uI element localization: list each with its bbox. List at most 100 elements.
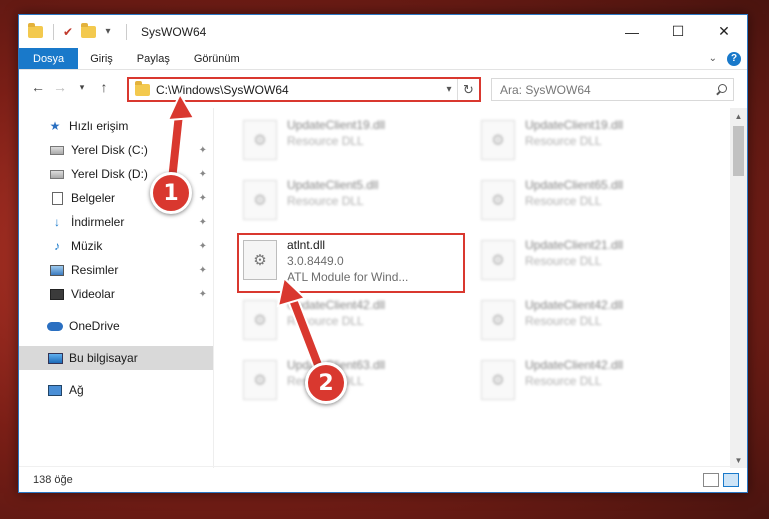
search-icon[interactable]: [715, 83, 727, 96]
sidebar-item-onedrive[interactable]: OneDrive: [19, 314, 213, 338]
file-name: UpdateClient19.dll: [287, 118, 386, 132]
documents-icon: [49, 191, 65, 205]
address-bar[interactable]: C:\Windows\SysWOW64 ▾ ↻: [127, 77, 481, 102]
music-icon: ♪: [54, 239, 60, 253]
dll-file-icon: ⚙: [243, 300, 277, 340]
details-view-icon[interactable]: [703, 472, 719, 487]
sidebar-item-pictures[interactable]: Resimler ✦: [19, 258, 213, 282]
sidebar-item-music[interactable]: ♪ Müzik ✦: [19, 234, 213, 258]
pin-icon[interactable]: ✦: [199, 169, 207, 180]
file-description: Resource DLL: [525, 254, 602, 268]
properties-icon[interactable]: ✔: [60, 24, 76, 40]
sidebar-item-label: Videolar: [71, 287, 115, 301]
address-path[interactable]: C:\Windows\SysWOW64: [156, 83, 441, 97]
pin-icon[interactable]: ✦: [199, 217, 207, 228]
dll-file-icon: ⚙: [243, 360, 277, 400]
recent-locations-icon[interactable]: ▾: [71, 76, 93, 98]
sidebar-item-label: Yerel Disk (C:): [71, 143, 148, 157]
tab-home[interactable]: Giriş: [78, 48, 125, 69]
file-description: Resource DLL: [287, 314, 364, 328]
sidebar-item-videos[interactable]: Videolar ✦: [19, 282, 213, 306]
file-item[interactable]: ⚙ UpdateClient5.dll Resource DLL: [235, 174, 465, 230]
title-bar: ✔ ▾ SysWOW64 — ☐ ✕: [19, 15, 747, 48]
pin-icon[interactable]: ✦: [199, 289, 207, 300]
dll-file-icon: ⚙: [481, 360, 515, 400]
cloud-icon: [47, 319, 63, 333]
file-item[interactable]: ⚙ UpdateClient19.dll Resource DLL: [235, 114, 465, 170]
computer-icon: [47, 351, 63, 365]
file-name: UpdateClient21.dll: [525, 238, 624, 252]
expand-ribbon-icon[interactable]: ⌄: [709, 53, 717, 64]
file-item[interactable]: ⚙ UpdateClient65.dll Resource DLL: [473, 174, 703, 230]
sidebar-item-label: OneDrive: [69, 319, 120, 333]
new-folder-icon[interactable]: [80, 22, 96, 40]
file-name: UpdateClient19.dll: [525, 118, 624, 132]
item-count: 138 öğe: [33, 473, 73, 486]
file-description: Resource DLL: [287, 134, 364, 148]
dll-file-icon: ⚙: [481, 240, 515, 280]
explorer-window: ✔ ▾ SysWOW64 — ☐ ✕ Dosya Giriş Paylaş Gö…: [18, 14, 748, 493]
sidebar-item-label: Müzik: [71, 239, 103, 253]
file-description: Resource DLL: [287, 194, 364, 208]
file-description: Resource DLL: [525, 134, 602, 148]
pin-icon[interactable]: ✦: [199, 145, 207, 156]
maximize-button[interactable]: ☐: [655, 15, 701, 48]
sidebar-item-quick-access[interactable]: ★ Hızlı erişim: [19, 114, 213, 138]
file-item[interactable]: ⚙ UpdateClient42.dll Resource DLL: [235, 294, 465, 350]
dll-file-icon: ⚙: [243, 180, 277, 220]
file-item[interactable]: ⚙ UpdateClient42.dll Resource DLL: [473, 294, 703, 350]
back-arrow-icon[interactable]: ←: [27, 76, 49, 98]
help-icon[interactable]: ?: [727, 51, 741, 66]
window-title: SysWOW64: [141, 24, 207, 39]
file-name: UpdateClient42.dll: [525, 298, 624, 312]
divider: [126, 23, 127, 40]
sidebar-item-label: Bu bilgisayar: [69, 351, 138, 365]
chevron-down-icon[interactable]: ▾: [441, 84, 457, 95]
folder-icon: [135, 80, 150, 96]
ribbon-tabs: Dosya Giriş Paylaş Görünüm ⌄ ?: [19, 48, 747, 70]
pictures-icon: [49, 263, 65, 277]
file-highlight-box: [237, 233, 465, 293]
drive-icon: [49, 143, 65, 157]
tab-share[interactable]: Paylaş: [125, 48, 182, 69]
sidebar-item-this-pc[interactable]: Bu bilgisayar: [19, 346, 213, 370]
network-icon: [47, 383, 63, 397]
pin-icon[interactable]: ✦: [199, 241, 207, 252]
status-bar: 138 öğe: [19, 466, 747, 492]
sidebar-item-disk-c[interactable]: Yerel Disk (C:) ✦: [19, 138, 213, 162]
search-input[interactable]: Ara: SysWOW64: [491, 78, 734, 101]
up-arrow-icon[interactable]: ↑: [93, 76, 115, 98]
pin-icon[interactable]: ✦: [199, 193, 207, 204]
file-item[interactable]: ⚙ UpdateClient42.dll Resource DLL: [473, 354, 703, 410]
scroll-up-icon[interactable]: ▲: [730, 108, 747, 124]
minimize-button[interactable]: —: [609, 15, 655, 48]
tab-file[interactable]: Dosya: [19, 48, 79, 69]
download-icon: ↓: [54, 215, 60, 229]
file-name: UpdateClient42.dll: [287, 298, 386, 312]
sidebar-item-downloads[interactable]: ↓ İndirmeler ✦: [19, 210, 213, 234]
file-item[interactable]: ⚙ UpdateClient19.dll Resource DLL: [473, 114, 703, 170]
vertical-scrollbar[interactable]: ▲ ▼: [730, 108, 747, 468]
customize-toolbar-icon[interactable]: ▾: [100, 24, 116, 40]
dll-file-icon: ⚙: [481, 120, 515, 160]
sidebar-item-label: Ağ: [69, 383, 84, 397]
tiles-view-icon[interactable]: [723, 472, 739, 487]
drive-icon: [49, 167, 65, 181]
sidebar-item-label: Resimler: [71, 263, 119, 277]
forward-arrow-icon[interactable]: →: [49, 76, 71, 98]
file-description: Resource DLL: [525, 194, 602, 208]
dll-file-icon: ⚙: [481, 300, 515, 340]
navigation-pane: ★ Hızlı erişim Yerel Disk (C:) ✦ Yerel D…: [19, 108, 214, 468]
sidebar-item-label: Yerel Disk (D:): [71, 167, 148, 181]
sidebar-item-network[interactable]: Ağ: [19, 378, 213, 402]
close-button[interactable]: ✕: [701, 15, 747, 48]
file-item[interactable]: ⚙ UpdateClient21.dll Resource DLL: [473, 234, 703, 290]
file-item[interactable]: ⚙ UpdateClient63.dllResource DLL: [235, 354, 465, 410]
step-1-callout: 1: [150, 172, 192, 214]
scroll-thumb[interactable]: [733, 126, 744, 176]
file-name: UpdateClient42.dll: [525, 358, 624, 372]
pin-icon[interactable]: ✦: [199, 265, 207, 276]
folder-icon: [27, 22, 43, 40]
tab-view[interactable]: Görünüm: [182, 48, 252, 69]
refresh-icon[interactable]: ↻: [457, 79, 479, 100]
